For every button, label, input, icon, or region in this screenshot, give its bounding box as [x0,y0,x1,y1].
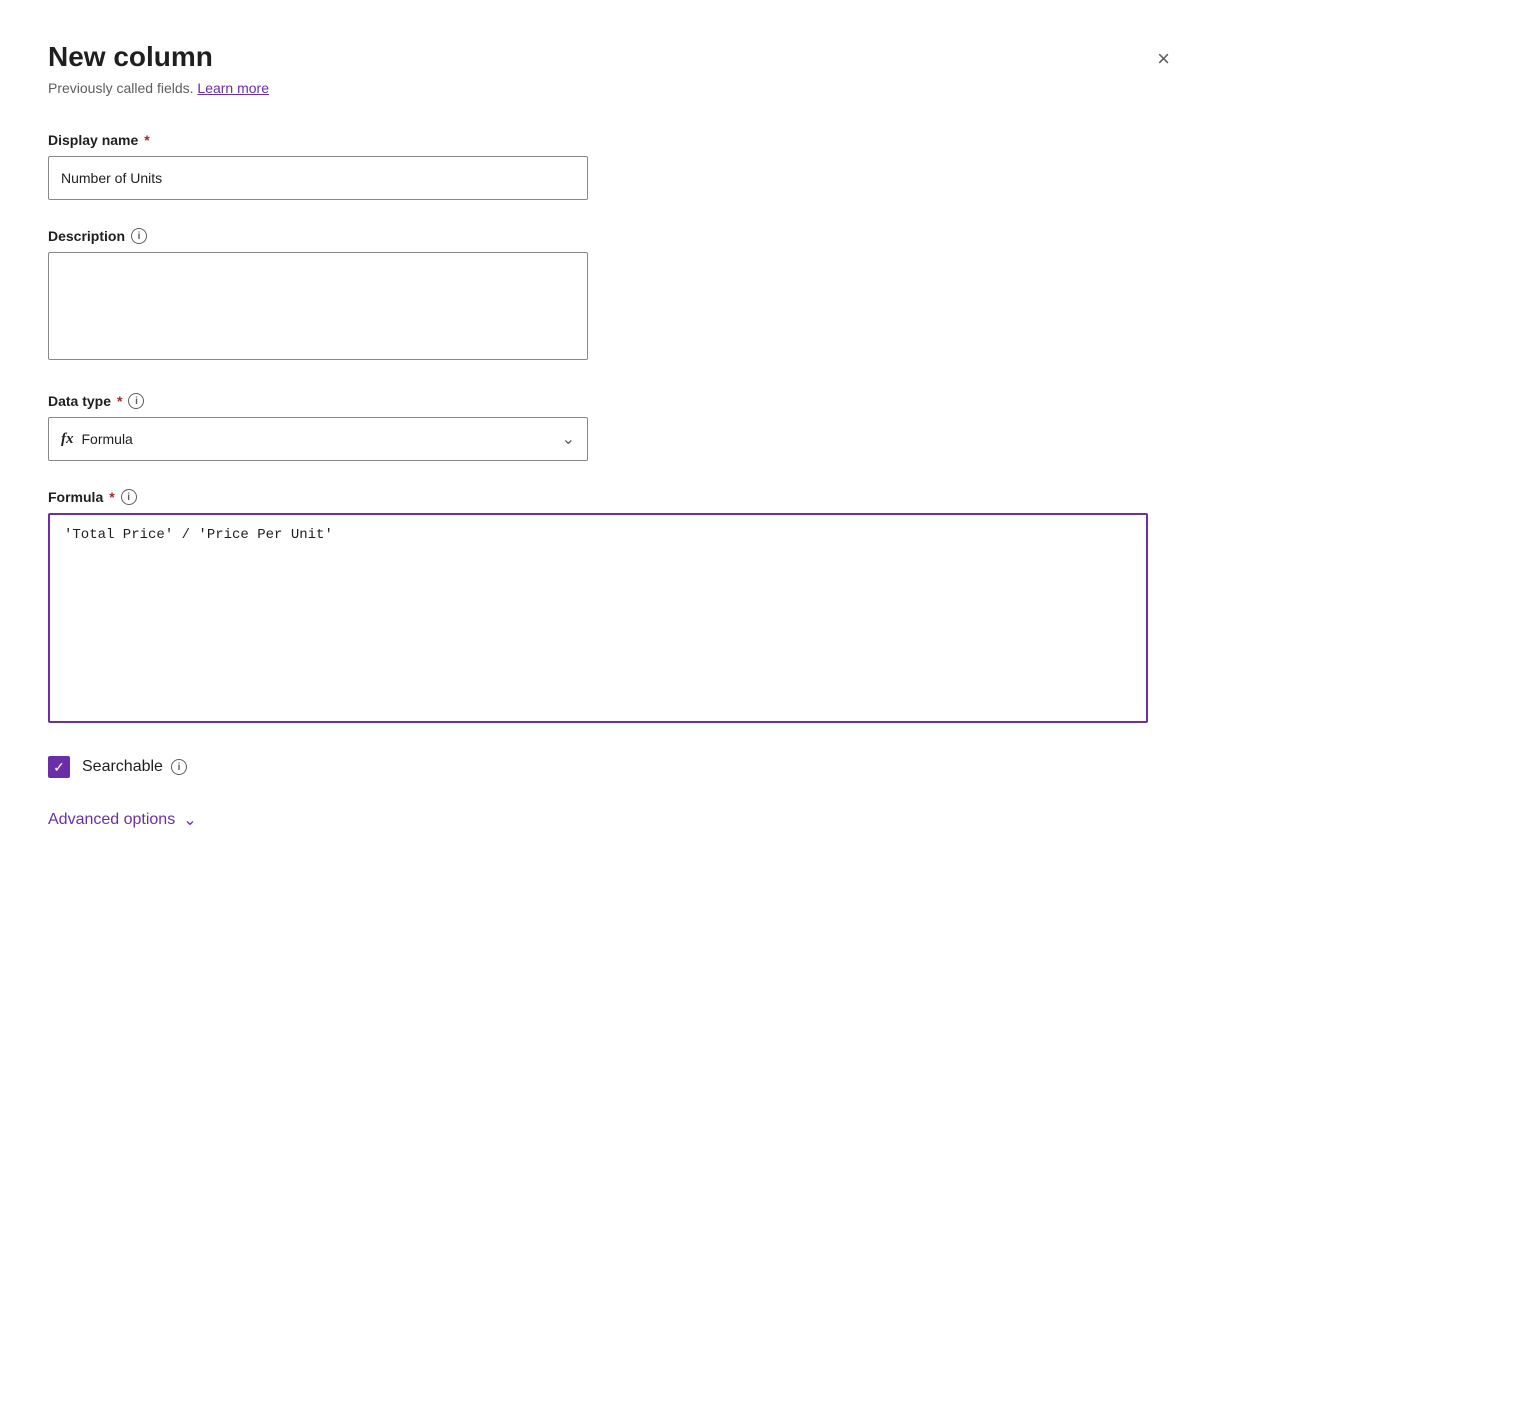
data-type-value: Formula [82,431,133,447]
searchable-info-icon[interactable]: i [171,759,187,775]
new-column-panel: New column × Previously called fields. L… [48,40,1178,830]
required-star-datatype: * [117,393,122,409]
formula-info-icon[interactable]: i [121,489,137,505]
chevron-down-icon: ⌄ [562,429,575,449]
description-group: Description i [48,228,1178,365]
formula-label: Formula * i [48,489,1178,505]
learn-more-link[interactable]: Learn more [197,80,269,96]
searchable-checkbox[interactable]: ✓ [48,756,70,778]
data-type-select[interactable]: fx Formula ⌄ [48,417,588,461]
description-label: Description i [48,228,1178,244]
formula-group: Formula * i 'Total Price' / 'Price Per U… [48,489,1178,728]
description-info-icon[interactable]: i [131,228,147,244]
fx-icon: fx [61,431,74,448]
display-name-label: Display name * [48,132,1178,148]
panel-subtitle: Previously called fields. Learn more [48,80,1178,96]
panel-title: New column [48,40,213,74]
checkmark-icon: ✓ [53,760,65,774]
searchable-label: Searchable i [82,758,187,776]
advanced-options-row[interactable]: Advanced options ⌄ [48,810,1178,830]
data-type-select-wrapper: fx Formula ⌄ [48,417,588,461]
display-name-group: Display name * [48,132,1178,200]
display-name-input[interactable] [48,156,588,200]
formula-input[interactable]: 'Total Price' / 'Price Per Unit' [48,513,1148,723]
data-type-label: Data type * i [48,393,1178,409]
advanced-options-label: Advanced options [48,811,175,829]
panel-header: New column × [48,40,1178,74]
required-star-formula: * [109,489,114,505]
close-button[interactable]: × [1149,44,1178,74]
data-type-group: Data type * i fx Formula ⌄ [48,393,1178,461]
searchable-row: ✓ Searchable i [48,756,1178,778]
data-type-info-icon[interactable]: i [128,393,144,409]
description-input[interactable] [48,252,588,360]
advanced-options-chevron-icon: ⌄ [183,810,196,830]
required-star: * [144,132,149,148]
